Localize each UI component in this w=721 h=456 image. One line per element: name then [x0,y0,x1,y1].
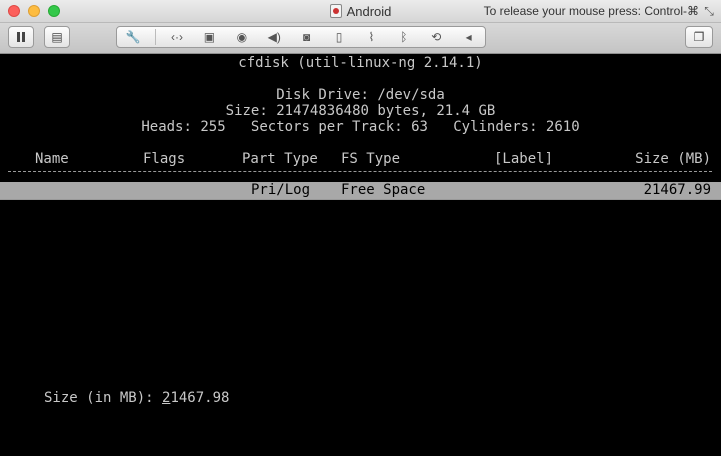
android-vm-icon [329,4,342,18]
serial-port-icon[interactable]: ⌇ [360,27,382,47]
pause-icon [17,32,25,42]
vm-console[interactable]: cfdisk (util-linux-ng 2.14.1) Disk Drive… [0,55,721,456]
disk-drive-line: Disk Drive: /dev/sda [276,87,445,103]
optical-drive-icon[interactable]: ◉ [231,27,253,47]
column-part-type: Part Type [242,151,318,167]
chevron-left-icon[interactable]: ◂ [458,27,480,47]
snapshot-button[interactable]: ▤ [44,26,70,48]
restore-window-button[interactable]: ❐ [685,26,713,48]
release-mouse-hint: To release your mouse press: Control-⌘ [483,4,699,18]
size-prompt[interactable]: Size (in MB): 21467.98 [44,390,229,406]
snapshot-icon: ▤ [51,30,63,44]
program-title: cfdisk (util-linux-ng 2.14.1) [238,55,483,71]
row-part-type: Pri/Log [251,182,311,198]
shared-folder-icon[interactable]: ⟲ [425,27,447,47]
disk-geometry-line: Heads: 255 Sectors per Track: 63 Cylinde… [141,119,580,135]
size-prompt-value: 1467.98 [170,390,230,406]
window-titlebar: Android To release your mouse press: Con… [0,0,721,23]
row-fs-type: Free Space [341,182,426,198]
device-toolbar: 🔧 ‹·› ▣ ◉ ◀) ◙ ▯ ⌇ ᛒ ⟲ ◂ [116,26,486,48]
fullscreen-icon[interactable]: ⤡ [702,4,716,18]
size-prompt-label: Size (in MB): [44,390,163,406]
disk-size-line: Size: 21474836480 bytes, 21.4 GB [225,103,496,119]
audio-icon[interactable]: ◀) [263,27,285,47]
camera-icon[interactable]: ◙ [296,27,318,47]
wrench-icon[interactable]: 🔧 [122,27,144,47]
pause-button[interactable] [8,26,34,48]
column-name: Name [35,151,69,167]
column-label: [Label] [494,151,554,167]
mouse-icon[interactable]: ▯ [328,27,350,47]
column-flags: Flags [143,151,186,167]
header-separator [8,171,712,172]
window-title: Android [346,4,392,19]
network-icon[interactable]: ‹·› [166,27,188,47]
selection-underline [0,199,721,200]
toolbar-divider [154,29,156,45]
hard-disk-icon[interactable]: ▣ [198,27,220,47]
column-fs-type: FS Type [341,151,401,167]
column-size: Size (MB) [635,151,711,167]
row-size: 21467.99 [643,182,711,198]
restore-window-icon: ❐ [693,30,705,44]
vm-toolbar: ▤ 🔧 ‹·› ▣ ◉ ◀) ◙ ▯ ⌇ ᛒ ⟲ ◂ ❐ [0,23,721,54]
table-row[interactable]: Pri/Log Free Space 21467.99 [0,182,721,199]
bluetooth-icon[interactable]: ᛒ [393,27,415,47]
